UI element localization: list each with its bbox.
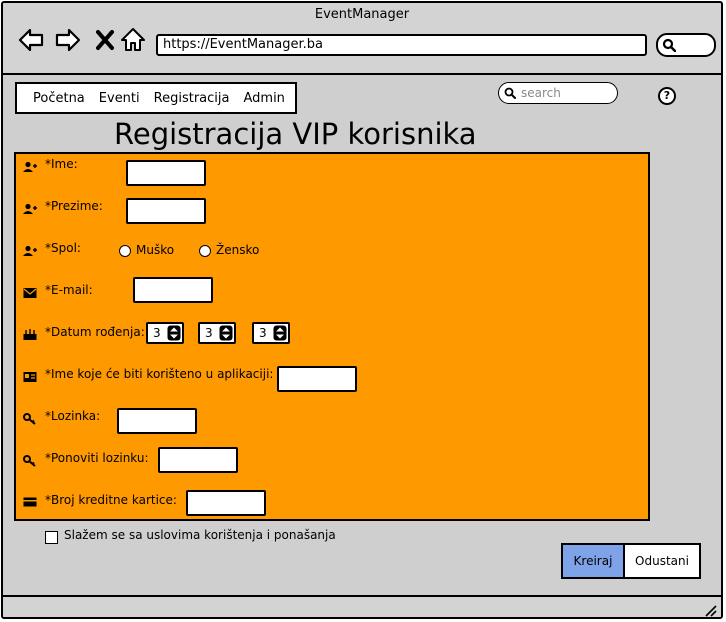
odustani-button[interactable]: Odustani [623, 543, 701, 579]
stepper-arrows-icon[interactable] [273, 325, 287, 341]
radio-zensko[interactable] [199, 245, 211, 257]
back-arrow-icon[interactable] [18, 27, 44, 53]
birthday-cake-icon [23, 329, 37, 340]
menu-item-registracija[interactable]: Registracija [154, 91, 230, 106]
add-user-icon [23, 245, 37, 256]
ponoviti-lozinku-input[interactable] [158, 447, 238, 473]
username-input[interactable] [277, 366, 357, 392]
month-stepper[interactable]: 3 [198, 322, 236, 344]
terms-label: Slažem se sa uslovima korištenja i ponaš… [64, 528, 336, 542]
kartica-label: *Broj kreditne kartice: [45, 493, 177, 507]
day-value: 3 [153, 326, 161, 340]
kartica-input[interactable] [186, 490, 266, 516]
page-title: Registracija VIP korisnika [114, 117, 477, 151]
search-input[interactable]: search [498, 82, 618, 104]
year-stepper[interactable]: 3 [252, 322, 290, 344]
forward-arrow-icon[interactable] [55, 27, 81, 53]
radio-musko[interactable] [119, 245, 131, 257]
add-user-icon [23, 161, 37, 172]
ime-input[interactable] [126, 160, 206, 186]
lozinka-input[interactable] [117, 408, 197, 434]
credit-card-icon [23, 497, 37, 507]
ponoviti-label: *Ponoviti lozinku: [45, 451, 149, 465]
kreiraj-button[interactable]: Kreiraj [561, 543, 625, 579]
key-icon [23, 455, 36, 467]
terms-checkbox[interactable] [45, 531, 58, 544]
key-icon [23, 413, 36, 425]
stepper-arrows-icon[interactable] [219, 325, 233, 341]
radio-zensko-label: Žensko [216, 243, 260, 257]
id-card-icon [23, 372, 37, 382]
menu-item-eventi[interactable]: Eventi [99, 91, 140, 106]
help-icon[interactable]: ? [658, 87, 676, 105]
browser-toolbar: EventManager https://EventManager.ba [3, 3, 721, 75]
radio-musko-label: Muško [136, 243, 175, 257]
username-label: *Ime koje će biti korišteno u aplikaciji… [45, 367, 274, 381]
home-icon[interactable] [120, 27, 146, 53]
search-icon [504, 87, 516, 99]
status-bar [3, 595, 721, 617]
datum-label: *Datum rođenja: [45, 325, 145, 339]
prezime-label: *Prezime: [45, 199, 103, 213]
resize-grip-icon[interactable] [703, 603, 717, 617]
window-title: EventManager [314, 7, 410, 22]
day-stepper[interactable]: 3 [146, 322, 184, 344]
search-icon [662, 38, 676, 52]
search-placeholder: search [521, 86, 561, 100]
spol-label: *Spol: [45, 241, 81, 255]
browser-search-button[interactable] [656, 33, 716, 57]
year-value: 3 [259, 326, 267, 340]
ime-label: *Ime: [45, 157, 78, 171]
address-bar[interactable]: https://EventManager.ba [156, 34, 647, 56]
stepper-arrows-icon[interactable] [167, 325, 181, 341]
add-user-icon [23, 203, 37, 214]
menu-item-pocetna[interactable]: Početna [33, 91, 85, 106]
main-menu: Početna Eventi Registracija Admin [15, 82, 297, 114]
menu-item-admin[interactable]: Admin [243, 91, 284, 106]
envelope-icon [23, 288, 37, 298]
month-value: 3 [205, 326, 213, 340]
email-input[interactable] [133, 277, 213, 303]
lozinka-label: *Lozinka: [45, 409, 101, 423]
email-label: *E-mail: [45, 283, 93, 297]
prezime-input[interactable] [126, 198, 206, 224]
close-icon[interactable] [93, 27, 119, 53]
